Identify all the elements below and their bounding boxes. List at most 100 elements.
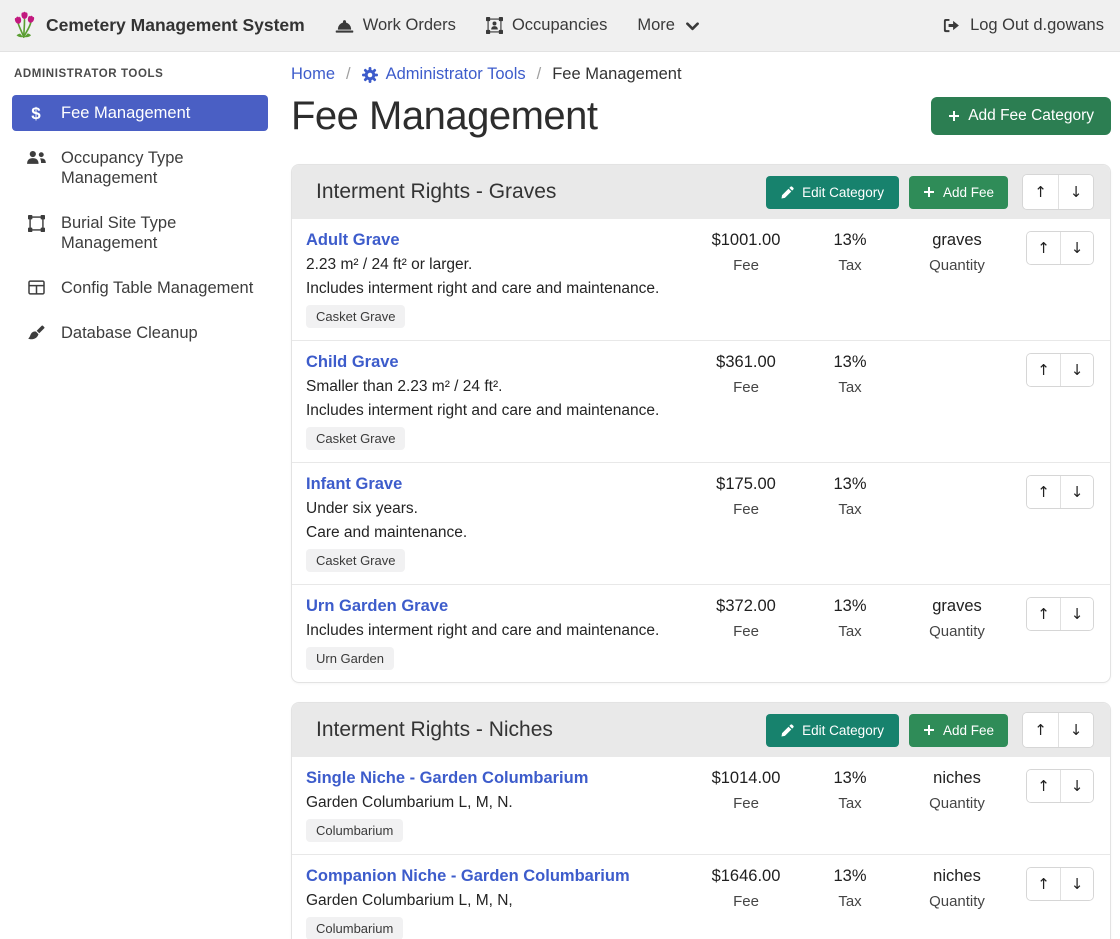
arrow-up-icon: ↑ [1034, 721, 1047, 739]
fee-name-link[interactable]: Child Grave [306, 353, 399, 371]
nav-item-label: More [637, 16, 675, 35]
move-fee-down-button[interactable]: ↓ [1060, 598, 1093, 630]
fee-reorder-group: ↑↓ [1026, 231, 1094, 265]
move-fee-up-button[interactable]: ↑ [1027, 476, 1060, 508]
nav-item-occupancies[interactable]: Occupancies [486, 16, 607, 35]
edit-category-button[interactable]: Edit Category [766, 176, 899, 209]
logout-button[interactable]: Log Out d.gowans [943, 16, 1104, 35]
category-reorder-group: ↑↓ [1022, 712, 1094, 748]
arrow-up-icon: ↑ [1037, 361, 1050, 379]
sidebar-item-label: Occupancy Type Management [61, 148, 258, 188]
logout-label: Log Out d.gowans [970, 16, 1104, 35]
sidebar-item-label: Config Table Management [61, 278, 258, 298]
brand[interactable]: Cemetery Management System [12, 11, 305, 40]
breadcrumb-link-administrator-tools[interactable]: Administrator Tools [362, 65, 526, 84]
arrow-up-icon: ↑ [1037, 239, 1050, 257]
sidebar-item-label: Fee Management [61, 103, 258, 123]
category-title: Interment Rights - Graves [316, 180, 766, 204]
tax-value: 13% [798, 597, 902, 615]
move-fee-up-button[interactable]: ↑ [1027, 354, 1060, 386]
fee-amount-column: $361.00Fee [694, 353, 798, 396]
quantity-label: Quantity [902, 795, 1012, 812]
fee-info: Single Niche - Garden ColumbariumGarden … [306, 769, 694, 842]
fee-amount: $1014.00 [694, 769, 798, 787]
fee-badge: Casket Grave [306, 427, 405, 450]
move-category-down-button[interactable]: ↓ [1058, 713, 1093, 747]
edit-category-button[interactable]: Edit Category [766, 714, 899, 747]
move-category-down-button[interactable]: ↓ [1058, 175, 1093, 209]
fee-description: 2.23 m² / 24 ft² or larger. [306, 256, 686, 274]
tax-column: 13%Tax [798, 867, 902, 910]
sidebar-item-occupancy-type-management[interactable]: Occupancy Type Management [12, 140, 268, 196]
tax-value: 13% [798, 867, 902, 885]
nav-item-label: Work Orders [363, 16, 456, 35]
tax-label: Tax [798, 501, 902, 518]
quantity-column: nichesQuantity [902, 867, 1012, 910]
add-fee-button[interactable]: Add Fee [909, 714, 1008, 747]
quantity-value: niches [902, 769, 1012, 787]
move-fee-down-button[interactable]: ↓ [1060, 476, 1093, 508]
quantity-value: niches [902, 867, 1012, 885]
fee-row: Child GraveSmaller than 2.23 m² / 24 ft²… [292, 340, 1110, 462]
quantity-label: Quantity [902, 257, 1012, 274]
move-category-up-button[interactable]: ↑ [1023, 713, 1058, 747]
fee-reorder-group: ↑↓ [1026, 867, 1094, 901]
tax-label: Tax [798, 623, 902, 640]
logout-icon [943, 18, 960, 33]
sidebar-item-burial-site-type-management[interactable]: Burial Site Type Management [12, 205, 268, 261]
breadcrumb-separator: / [346, 65, 351, 84]
broom-icon [25, 325, 47, 342]
move-fee-up-button[interactable]: ↑ [1027, 770, 1060, 802]
sidebar-item-fee-management[interactable]: $ Fee Management [12, 95, 268, 131]
fee-amount-column: $372.00Fee [694, 597, 798, 640]
move-fee-down-button[interactable]: ↓ [1060, 868, 1093, 900]
move-category-up-button[interactable]: ↑ [1023, 175, 1058, 209]
fee-label: Fee [694, 501, 798, 518]
fee-amount: $361.00 [694, 353, 798, 371]
move-fee-down-button[interactable]: ↓ [1060, 354, 1093, 386]
fee-row: Adult Grave2.23 m² / 24 ft² or larger.In… [292, 219, 1110, 340]
fee-name-link[interactable]: Single Niche - Garden Columbarium [306, 769, 588, 787]
tax-label: Tax [798, 379, 902, 396]
fee-name-link[interactable]: Companion Niche - Garden Columbarium [306, 867, 630, 885]
tax-column: 13%Tax [798, 475, 902, 518]
arrow-down-icon: ↓ [1071, 777, 1084, 795]
fee-name-link[interactable]: Infant Grave [306, 475, 402, 493]
add-fee-category-button[interactable]: Add Fee Category [931, 97, 1111, 135]
chevron-down-icon [686, 22, 699, 31]
sidebar-item-database-cleanup[interactable]: Database Cleanup [12, 315, 268, 351]
fee-reorder-group: ↑↓ [1026, 769, 1094, 803]
fee-amount: $372.00 [694, 597, 798, 615]
add-fee-button[interactable]: Add Fee [909, 176, 1008, 209]
tulip-logo-icon [12, 11, 37, 40]
arrow-up-icon: ↑ [1037, 875, 1050, 893]
category-header: Interment Rights - GravesEdit Category Ad… [292, 165, 1110, 219]
quantity-label: Quantity [902, 623, 1012, 640]
move-fee-up-button[interactable]: ↑ [1027, 868, 1060, 900]
category-card: Interment Rights - NichesEdit CategoryAd… [291, 702, 1111, 939]
tax-column: 13% Tax [798, 597, 902, 640]
move-fee-down-button[interactable]: ↓ [1060, 232, 1093, 264]
quantity-column: niches Quantity [902, 769, 1012, 812]
nav-item-more[interactable]: More [637, 16, 699, 35]
topbar-nav: Work Orders Occupancies More [305, 16, 699, 35]
fee-label: Fee [694, 893, 798, 910]
quantity-value: graves [902, 597, 1012, 615]
fee-amount: $1646.00 [694, 867, 798, 885]
move-fee-up-button[interactable]: ↑ [1027, 598, 1060, 630]
fee-reorder-group: ↑↓ [1026, 597, 1094, 631]
breadcrumb-link-home[interactable]: Home [291, 65, 335, 84]
tax-value: 13% [798, 769, 902, 787]
fee-name-link[interactable]: Adult Grave [306, 231, 400, 249]
sidebar-item-config-table-management[interactable]: Config Table Management [12, 270, 268, 306]
arrow-up-icon: ↑ [1037, 777, 1050, 795]
fee-label: Fee [694, 795, 798, 812]
move-fee-down-button[interactable]: ↓ [1060, 770, 1093, 802]
nav-item-work-orders[interactable]: Work Orders [335, 16, 456, 35]
dollar-icon: $ [25, 105, 47, 122]
quantity-column: graves Quantity [902, 597, 1012, 640]
move-fee-up-button[interactable]: ↑ [1027, 232, 1060, 264]
nav-item-label: Occupancies [512, 16, 607, 35]
fee-amount-column: $1014.00 Fee [694, 769, 798, 812]
fee-name-link[interactable]: Urn Garden Grave [306, 597, 448, 615]
